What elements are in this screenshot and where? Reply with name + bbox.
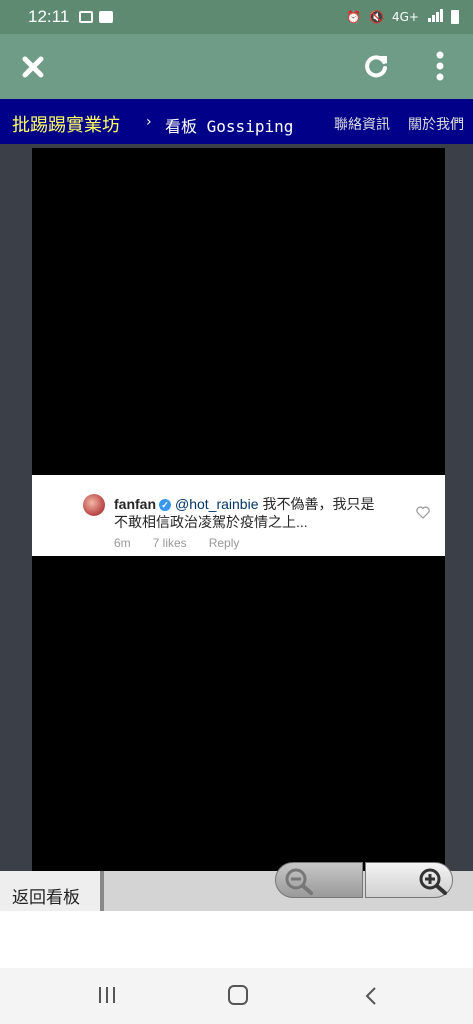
- comment-likes: 7 likes: [152, 536, 187, 550]
- nav-about-link[interactable]: 關於我們: [408, 114, 464, 134]
- comment-reply: Reply: [208, 536, 240, 550]
- close-icon[interactable]: [20, 54, 46, 80]
- zoom-out-button[interactable]: [275, 862, 363, 898]
- status-bar: 12:11 ⏰ 🔇 4G+: [0, 0, 473, 34]
- board-prefix: 看板: [165, 117, 198, 136]
- ptt-header: 批踢踢實業坊 › 看板 Gossiping 聯絡資訊 關於我們: [0, 99, 473, 144]
- zoom-in-button[interactable]: [365, 862, 453, 898]
- nav-contact-link[interactable]: 聯絡資訊: [334, 114, 390, 134]
- article-content: fanfan ✓ @hot_rainbie 我不偽善，我只是 不敢相信政治凌駕於疫情之…: [0, 144, 473, 871]
- back-icon[interactable]: [364, 985, 378, 1007]
- comment-card: fanfan ✓ @hot_rainbie 我不偽善，我只是 不敢相信政治凌駕於疫情之…: [32, 475, 445, 556]
- heart-icon: [416, 506, 430, 519]
- avatar: [83, 494, 105, 516]
- zoom-in-icon: [419, 868, 447, 895]
- zoom-out-icon: [285, 868, 313, 895]
- comment-text-line2: 不敢相信政治凌駕於疫情之上...: [114, 514, 308, 530]
- status-time: 12:11: [28, 7, 70, 26]
- mute-icon: 🔇: [369, 10, 384, 24]
- status-icons-left: [79, 11, 114, 23]
- comment-text-line1: 我不偽善，我只是: [262, 496, 375, 512]
- status-icons-right: ⏰ 🔇 4G+: [346, 9, 459, 25]
- signal-icon: [427, 9, 443, 25]
- comment-mention: @hot_rainbie: [175, 496, 259, 512]
- comment-line1: fanfan ✓ @hot_rainbie 我不偽善，我只是: [114, 494, 375, 514]
- breadcrumb-separator: ›: [146, 114, 152, 130]
- app-bar: [0, 34, 473, 99]
- comment-username: fanfan: [114, 496, 156, 512]
- system-nav-bar: [0, 968, 473, 1024]
- comment-time: 6m: [114, 536, 131, 550]
- board-name: Gossiping: [206, 117, 294, 136]
- refresh-icon[interactable]: [362, 52, 390, 80]
- battery-icon: [451, 10, 459, 24]
- site-logo-link[interactable]: 批踢踢實業坊: [12, 111, 120, 137]
- comment-meta: 6m 7 likes Reply: [114, 536, 239, 550]
- image-icon: [79, 11, 94, 23]
- zoom-controls: [275, 862, 453, 898]
- alarm-icon: ⏰: [346, 10, 362, 24]
- board-link[interactable]: 看板 Gossiping: [165, 113, 293, 137]
- more-vert-icon[interactable]: [430, 50, 450, 82]
- 4g-lte-icon: 4G+: [392, 10, 419, 24]
- image-viewer[interactable]: fanfan ✓ @hot_rainbie 我不偽善，我只是 不敢相信政治凌駕於疫情之…: [32, 148, 445, 871]
- back-to-board-button[interactable]: 返回看板: [0, 871, 104, 911]
- recents-icon[interactable]: [97, 986, 117, 1004]
- verified-badge-icon: ✓: [159, 499, 171, 511]
- check-box-icon: [99, 11, 114, 23]
- home-icon[interactable]: [228, 985, 248, 1005]
- page-blank-area: [0, 911, 473, 968]
- footer-bar: 返回看板: [0, 862, 473, 911]
